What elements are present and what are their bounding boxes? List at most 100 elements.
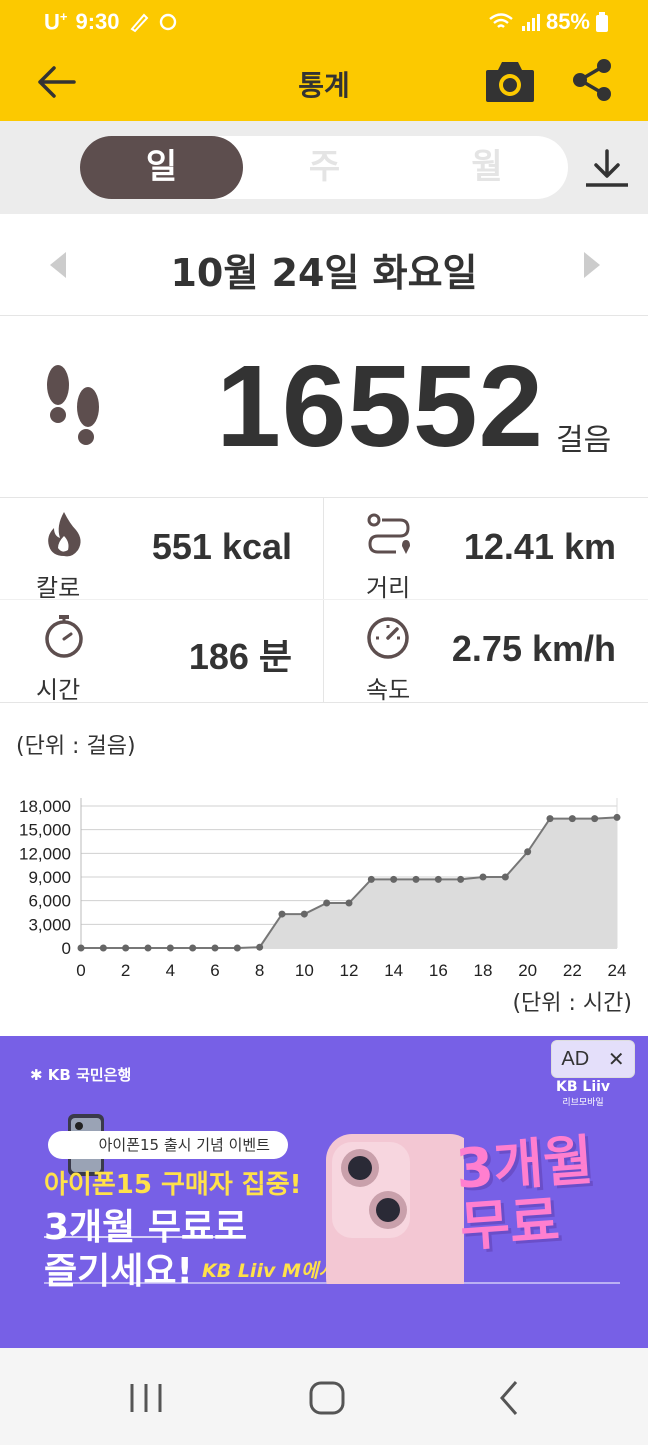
metric-value-speed: 2.75 km/h [451, 628, 616, 669]
x-tick-label: 2 [121, 961, 130, 980]
ad-banner[interactable]: ✱ KB 국민은행 AD ✕ KB Liiv 리브모바일 아이폰15 출시 기념 … [0, 1036, 648, 1348]
date-navigator: 10월 24일 화요일 [0, 214, 648, 316]
chevron-left-icon [500, 1381, 518, 1415]
x-tick-label: 20 [518, 961, 537, 980]
battery-percent: 85% [545, 9, 590, 34]
route-icon [367, 513, 410, 554]
download-button[interactable] [582, 147, 632, 191]
data-point [501, 873, 509, 881]
ad-close-icon[interactable]: ✕ [608, 1047, 625, 1072]
recent-apps-button[interactable] [126, 1378, 166, 1418]
ad-event-pill: 아이폰15 출시 기념 이벤트 [48, 1131, 288, 1159]
home-icon [309, 1381, 345, 1415]
steps-count: 16552 [216, 341, 544, 471]
app-header: 통계 [0, 42, 648, 121]
y-tick-label: 6,000 [28, 892, 71, 911]
data-point [77, 944, 85, 952]
home-button[interactable] [307, 1378, 347, 1418]
data-point [434, 875, 442, 883]
data-point [345, 899, 353, 907]
status-left: U+ 9:30 [44, 9, 178, 35]
chart-x-unit-label: (단위 : 시간) [512, 991, 632, 1016]
x-tick-label: 24 [608, 961, 627, 980]
back-nav-button[interactable] [490, 1378, 530, 1418]
x-tick-label: 10 [295, 961, 314, 980]
ad-liiv-logo: KB Liiv 리브모바일 [556, 1079, 611, 1108]
data-point [524, 848, 532, 856]
y-tick-label: 9,000 [28, 868, 71, 887]
x-tick-label: 18 [474, 961, 493, 980]
data-point [390, 875, 398, 883]
page-title: 통계 [298, 69, 350, 102]
ad-line-2: 즐기세요! [44, 1251, 193, 1292]
x-tick-label: 0 [76, 961, 85, 980]
status-right: 85% [488, 9, 608, 35]
data-point [367, 875, 375, 883]
camera-icon [486, 62, 534, 102]
tab-month[interactable]: 월 [406, 136, 568, 199]
tab-week[interactable]: 주 [243, 136, 406, 199]
metric-distance: 거리 12.41 km [0, 498, 648, 602]
wifi-icon [489, 13, 513, 28]
download-icon [586, 149, 628, 187]
data-point [166, 944, 174, 952]
data-point [479, 873, 487, 881]
y-tick-label: 18,000 [19, 797, 71, 816]
sync-icon [159, 13, 176, 31]
steps-summary: 16552 걸음 [0, 317, 648, 498]
iphone-image [326, 1134, 464, 1284]
metric-value-distance: 12.41 km [463, 526, 616, 567]
x-tick-label: 8 [255, 961, 264, 980]
y-tick-label: 15,000 [19, 821, 71, 840]
period-bar: 일 주 월 [0, 121, 648, 214]
data-point [278, 910, 286, 918]
kb-star-icon: ✱ [30, 1066, 48, 1084]
data-point [591, 815, 599, 823]
share-icon [573, 59, 611, 101]
signal-icon [521, 14, 540, 31]
status-bar: U+ 9:30 85% [0, 0, 648, 42]
status-time: 9:30 [75, 9, 120, 35]
data-point [323, 899, 331, 907]
ad-headline: 아이폰15 구매자 집중! [44, 1170, 302, 1200]
data-point [546, 815, 554, 823]
x-tick-label: 12 [340, 961, 359, 980]
chart-y-unit-label: (단위 : 걸음) [16, 734, 136, 759]
x-tick-label: 16 [429, 961, 448, 980]
ad-bank-logo: ✱ KB 국민은행 [30, 1066, 132, 1084]
y-tick-label: 12,000 [19, 844, 71, 863]
ad-badge[interactable]: AD ✕ [551, 1040, 635, 1078]
camera-button[interactable] [484, 58, 536, 104]
triangle-right-icon [584, 252, 600, 278]
x-tick-label: 4 [166, 961, 175, 980]
steps-chart: 03,0006,0009,00012,00015,00018,0000 2 4 6 8 1… [19, 797, 627, 980]
carrier-label: U+ [44, 9, 68, 35]
pen-icon [130, 13, 148, 33]
data-point [457, 875, 465, 883]
x-tick-label: 14 [384, 961, 403, 980]
share-button[interactable] [570, 56, 614, 104]
data-point [233, 944, 241, 952]
next-date-button[interactable] [580, 250, 604, 280]
date-label: 10월 24일 화요일 [170, 251, 478, 295]
data-point [189, 944, 197, 952]
ad-promo-text: 3개월 무료 [453, 1128, 595, 1259]
steps-unit: 걸음 [556, 423, 612, 458]
data-point [256, 943, 264, 951]
data-point [144, 944, 152, 952]
data-point [211, 944, 219, 952]
metrics-grid: 칼로 551 kcal 거리 12.41 km 시간 186 분 속도 2.75… [0, 498, 648, 704]
battery-icon [596, 12, 608, 32]
x-tick-label: 6 [210, 961, 219, 980]
data-point [613, 813, 621, 821]
y-tick-label: 3,000 [28, 915, 71, 934]
tab-day[interactable]: 일 [80, 136, 243, 199]
metric-label-speed: 속도 [366, 676, 411, 704]
y-tick-label: 0 [62, 939, 71, 958]
divider [44, 1236, 244, 1238]
metric-label-distance: 거리 [366, 574, 411, 602]
data-point [122, 944, 130, 952]
data-point [300, 910, 308, 918]
speedometer-icon [367, 617, 409, 659]
system-nav-bar [0, 1348, 648, 1445]
